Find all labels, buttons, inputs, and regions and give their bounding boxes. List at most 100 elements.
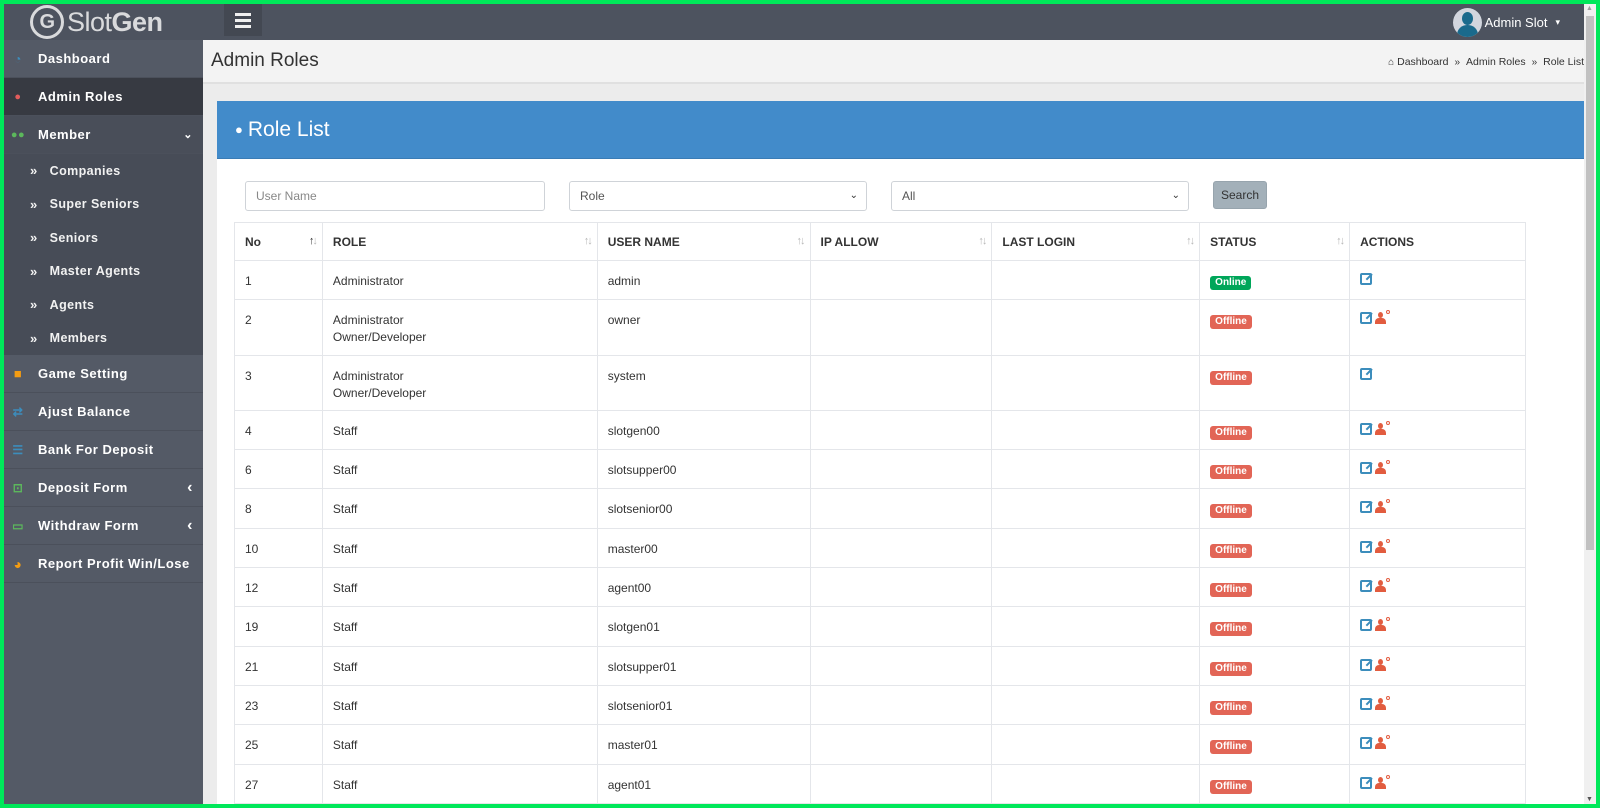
sidebar-subitem-label: Master Agents (49, 264, 141, 279)
edit-icon[interactable] (1360, 462, 1373, 475)
status-select[interactable]: All ⌄ (891, 181, 1189, 211)
gamepad-icon: ■ (13, 366, 23, 381)
delete-user-icon[interactable] (1375, 774, 1391, 789)
pie-chart-icon: ◕ (13, 555, 23, 572)
chevron-down-icon: ⌄ (1171, 190, 1180, 201)
logo[interactable]: G Slot Gen (30, 4, 200, 40)
sidebar-item-admin-roles[interactable]: ● Admin Roles (4, 78, 203, 116)
user-menu[interactable]: Admin Slot ▾ (1452, 4, 1560, 40)
cell-username: slotsenior00 (596, 488, 811, 529)
table-row: 1 Administrator admin Online (234, 259, 1526, 301)
edit-icon[interactable] (1360, 273, 1373, 285)
delete-user-icon[interactable] (1375, 617, 1391, 632)
edit-icon[interactable] (1360, 422, 1373, 435)
cell-actions (1349, 299, 1526, 356)
edit-icon[interactable] (1360, 312, 1373, 325)
edit-icon[interactable] (1360, 501, 1373, 514)
delete-user-icon[interactable] (1375, 578, 1391, 593)
delete-user-icon[interactable] (1375, 735, 1391, 750)
sidebar-item-bank-for-deposit[interactable]: ☰ Bank For Deposit (4, 431, 203, 469)
cell-username: slotsupper01 (596, 645, 811, 686)
scroll-up-arrow-icon[interactable]: ▲ (1586, 5, 1593, 12)
sidebar: ◔ Dashboard ● Admin Roles ●● Member ⌄ » … (4, 40, 203, 804)
breadcrumb-item[interactable]: Dashboard (1397, 56, 1448, 68)
scrollbar-thumb[interactable] (1586, 16, 1594, 550)
sidebar-toggle-button[interactable] (224, 4, 262, 36)
edit-icon[interactable] (1360, 619, 1373, 632)
sidebar-subitem-companies[interactable]: » Companies (4, 154, 203, 188)
sort-icon: ↑↓ (583, 235, 593, 247)
sort-icon: ↑↓ (1336, 235, 1345, 247)
row-actions (1360, 273, 1373, 285)
cell-username: agent00 (596, 567, 811, 608)
cell-status: Online (1199, 259, 1351, 301)
cell-status: Offline (1199, 527, 1351, 569)
edit-icon[interactable] (1360, 540, 1373, 553)
sidebar-subitem-seniors[interactable]: » Seniors (4, 221, 203, 255)
sidebar-item-withdraw-form[interactable]: ▭ Withdraw Form ‹ (4, 507, 203, 545)
sidebar-subitem-super-seniors[interactable]: » Super Seniors (4, 188, 203, 222)
edit-icon[interactable] (1360, 697, 1373, 710)
role-line: Staff (332, 698, 358, 713)
cell-last-login (991, 488, 1201, 529)
delete-user-icon[interactable] (1375, 460, 1391, 475)
cell-role: Staff (321, 409, 598, 451)
cell-status: Offline (1199, 724, 1351, 765)
delete-user-icon[interactable] (1375, 695, 1391, 710)
column-header-ip-allow[interactable]: IP ALLOW ↑↓ (809, 222, 993, 261)
role-select[interactable]: Role ⌄ (569, 181, 867, 211)
delete-user-icon[interactable] (1375, 420, 1391, 435)
column-header-last-login[interactable]: LAST LOGIN ↑↓ (991, 222, 1201, 261)
delete-user-icon[interactable] (1375, 538, 1391, 553)
status-badge: Offline (1210, 700, 1252, 715)
member-submenu: » Companies » Super Seniors » Seniors » … (4, 154, 203, 355)
search-button[interactable]: Search (1213, 181, 1267, 209)
sidebar-subitem-agents[interactable]: » Agents (4, 288, 203, 322)
status-badge: Online (1210, 276, 1252, 290)
cell-no: 4 (234, 409, 323, 451)
edit-icon[interactable] (1360, 658, 1373, 671)
logo-text-light: Slot (67, 6, 112, 37)
cell-status: Offline (1199, 684, 1351, 726)
cell-username: system (596, 354, 811, 411)
sidebar-item-member[interactable]: ●● Member ⌄ (4, 116, 203, 154)
cell-no: 12 (234, 567, 323, 608)
column-header-username[interactable]: USER NAME ↑↓ (596, 222, 811, 261)
username-input[interactable] (245, 181, 545, 211)
edit-icon[interactable] (1360, 737, 1373, 750)
cell-last-login (991, 724, 1201, 765)
cell-username: slotsupper00 (596, 449, 811, 490)
cell-ip-allow (809, 354, 993, 411)
sidebar-item-ajust-balance[interactable]: ⇄ Ajust Balance (4, 393, 203, 431)
scroll-down-arrow-icon[interactable]: ▼ (1586, 796, 1593, 803)
delete-user-icon[interactable] (1375, 499, 1391, 514)
delete-user-icon[interactable] (1375, 310, 1391, 325)
delete-user-icon[interactable] (1375, 656, 1391, 671)
column-header-status[interactable]: STATUS ↑↓ (1199, 222, 1351, 261)
row-actions (1360, 460, 1391, 475)
edit-icon[interactable] (1360, 367, 1373, 380)
cell-actions (1349, 684, 1526, 726)
cell-no: 6 (234, 449, 323, 490)
cell-last-login (991, 354, 1201, 411)
breadcrumb-item[interactable]: Admin Roles (1466, 56, 1526, 68)
sidebar-item-game-setting[interactable]: ■ Game Setting (4, 355, 203, 393)
content-header: Admin Roles ⌂ Dashboard » Admin Roles » … (203, 40, 1584, 84)
column-header-no[interactable]: No ↑↓ (234, 222, 323, 261)
sidebar-item-deposit-form[interactable]: ⊡ Deposit Form ‹ (4, 469, 203, 507)
cell-status: Offline (1199, 449, 1351, 490)
sort-icon: ↑↓ (796, 235, 806, 247)
edit-icon[interactable] (1360, 580, 1373, 593)
edit-icon[interactable] (1360, 776, 1373, 789)
column-header-role[interactable]: ROLE ↑↓ (321, 222, 598, 261)
row-actions (1360, 695, 1391, 710)
sidebar-item-dashboard[interactable]: ◔ Dashboard (4, 40, 203, 78)
sidebar-subitem-members[interactable]: » Members (4, 322, 203, 356)
sidebar-subitem-master-agents[interactable]: » Master Agents (4, 255, 203, 289)
chevron-left-icon: ‹ (187, 478, 193, 496)
breadcrumb-separator: » (1531, 56, 1538, 68)
sidebar-item-report-profit[interactable]: ◕ Report Profit Win/Lose (4, 545, 203, 583)
double-chevron-right-icon: » (30, 196, 38, 212)
vertical-scrollbar[interactable]: ▲ ▼ (1584, 4, 1596, 804)
table-row: 10 Staff master00 Offline (234, 527, 1526, 569)
